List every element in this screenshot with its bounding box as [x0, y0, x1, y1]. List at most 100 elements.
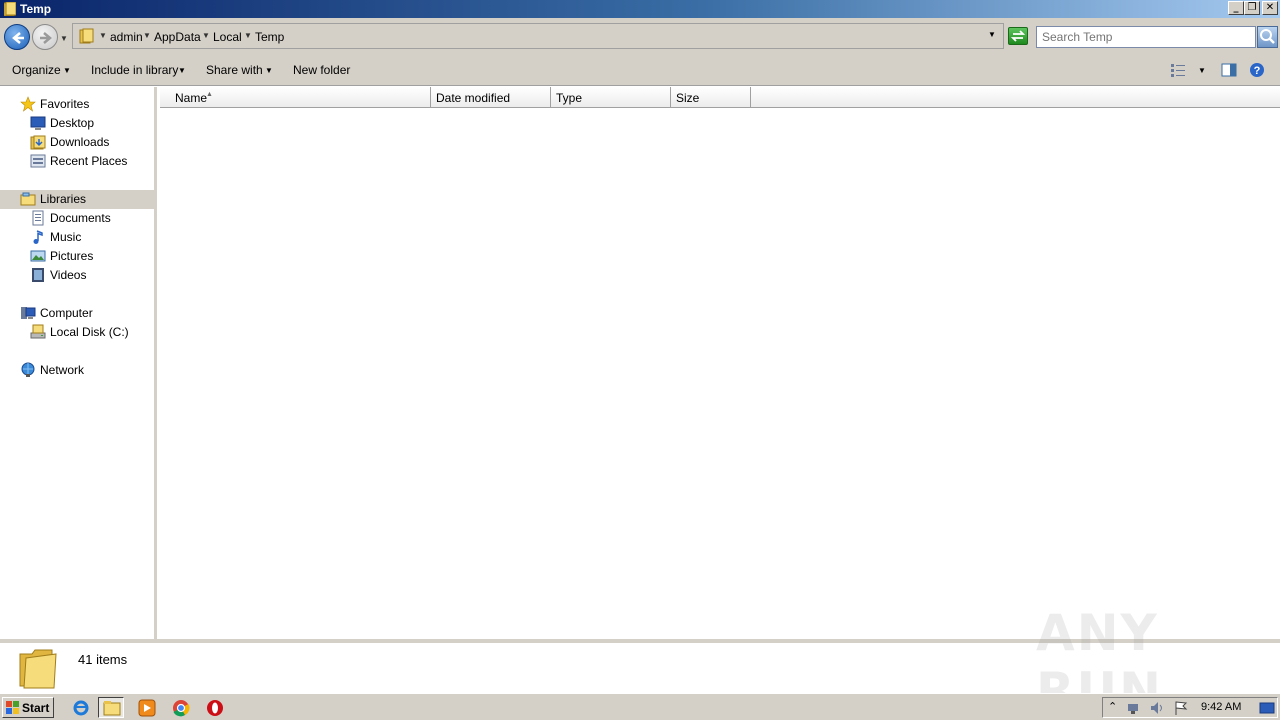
- opera-icon: [207, 700, 223, 716]
- nav-label: Desktop: [50, 116, 95, 130]
- column-header-size[interactable]: Size: [671, 87, 751, 108]
- window-title: Temp: [20, 2, 52, 16]
- pictures-icon: [30, 250, 46, 262]
- column-header-type[interactable]: Type: [551, 87, 671, 108]
- close-icon: ✕: [1265, 2, 1275, 13]
- star-icon: [20, 96, 36, 112]
- desktop-icon: [30, 116, 46, 130]
- network-icon: [21, 362, 35, 377]
- back-button[interactable]: [4, 24, 30, 50]
- view-options-icon[interactable]: [1170, 62, 1186, 78]
- network-status-icon[interactable]: [1125, 700, 1141, 716]
- column-header-filler: [751, 87, 1280, 108]
- item-count: 41 items: [78, 652, 128, 667]
- nav-label: Pictures: [50, 249, 94, 263]
- column-label: Date modified: [436, 91, 511, 105]
- show-hidden-icons-icon[interactable]: ⌃: [1108, 700, 1117, 713]
- libraries-icon: [20, 192, 36, 206]
- breadcrumb-admin[interactable]: admin: [110, 30, 143, 44]
- new-folder-button[interactable]: New folder: [293, 63, 350, 77]
- breadcrumb-local[interactable]: Local: [213, 30, 242, 44]
- taskbar-internet-explorer[interactable]: [68, 697, 94, 718]
- downloads-folder-icon: [30, 135, 46, 150]
- action-center-flag-icon[interactable]: [1173, 700, 1189, 716]
- navigation-pane: Favorites Desktop Downloads Recent Place…: [0, 87, 157, 639]
- chevron-down-icon: ▼: [63, 66, 71, 75]
- nav-label: Network: [40, 363, 85, 377]
- close-button[interactable]: ✕: [1262, 1, 1278, 15]
- sort-ascending-icon: ▲: [206, 91, 213, 98]
- refresh-button[interactable]: [1008, 27, 1028, 45]
- include-in-library-button[interactable]: Include in library: [91, 63, 178, 77]
- breadcrumb-arrow-icon[interactable]: ▼: [244, 31, 252, 40]
- clock[interactable]: 9:42 AM: [1201, 701, 1241, 713]
- start-button[interactable]: Start: [2, 697, 54, 718]
- windows-logo-icon: [6, 701, 19, 714]
- help-icon[interactable]: ?: [1249, 62, 1265, 78]
- breadcrumb-arrow-icon[interactable]: ▼: [99, 31, 107, 40]
- column-label: Name: [175, 91, 208, 105]
- taskbar: Start ⌃ 9:42 AM: [0, 693, 1280, 720]
- nav-label: Videos: [50, 268, 87, 282]
- large-folder-icon: [19, 649, 57, 689]
- back-arrow-icon: [12, 32, 24, 44]
- chevron-down-icon: ▼: [265, 66, 273, 75]
- explorer-folder-icon: [103, 701, 121, 716]
- minimize-button[interactable]: _: [1228, 1, 1244, 15]
- address-folder-icon: [79, 28, 94, 44]
- recent-pages-dropdown-icon[interactable]: ▼: [60, 34, 68, 43]
- nav-label: Computer: [40, 306, 93, 320]
- music-icon: [33, 230, 43, 244]
- minimize-icon: _: [1233, 2, 1239, 13]
- column-label: Size: [676, 91, 700, 105]
- file-list[interactable]: Name ▲ Date modified Type Size: [160, 87, 1280, 639]
- refresh-icon: [1010, 30, 1026, 42]
- taskbar-chrome[interactable]: [168, 697, 194, 718]
- chevron-down-icon: ▼: [178, 66, 186, 75]
- search-input[interactable]: [1037, 27, 1247, 47]
- column-header-date-modified[interactable]: Date modified: [431, 87, 551, 108]
- volume-icon[interactable]: [1149, 700, 1165, 716]
- folder-icon: [4, 2, 16, 16]
- restore-button[interactable]: ❐: [1244, 1, 1260, 15]
- media-player-icon: [138, 699, 156, 717]
- organize-button[interactable]: Organize: [12, 63, 61, 77]
- taskbar-explorer[interactable]: [98, 697, 124, 718]
- start-label: Start: [22, 701, 50, 715]
- command-bar: Organize ▼ Include in library ▼ Share wi…: [0, 54, 1280, 86]
- nav-label: Libraries: [40, 192, 87, 206]
- breadcrumb-arrow-icon[interactable]: ▼: [143, 31, 151, 40]
- nav-label: Local Disk (C:): [50, 325, 129, 339]
- nav-label: Downloads: [50, 135, 110, 149]
- search-button[interactable]: [1257, 26, 1278, 48]
- system-tray: ⌃ 9:42 AM: [1102, 697, 1278, 718]
- chrome-icon: [173, 700, 190, 717]
- nav-label: Favorites: [40, 97, 90, 111]
- nav-label: Documents: [50, 211, 111, 225]
- videos-icon: [32, 268, 44, 282]
- view-dropdown-icon[interactable]: ▼: [1198, 66, 1206, 75]
- address-field[interactable]: ▼ admin ▼ AppData ▼ Local ▼ Temp: [72, 23, 1004, 49]
- recent-places-icon: [30, 154, 46, 168]
- search-box: [1036, 26, 1256, 48]
- forward-button[interactable]: [32, 24, 58, 50]
- nav-label: Recent Places: [50, 154, 128, 168]
- documents-icon: [32, 210, 44, 226]
- internet-explorer-icon: [73, 700, 89, 716]
- breadcrumb-temp[interactable]: Temp: [255, 30, 284, 44]
- column-label: Type: [556, 91, 583, 105]
- address-history-dropdown-icon[interactable]: ▼: [988, 30, 996, 39]
- taskbar-media-player[interactable]: [134, 697, 160, 718]
- breadcrumb-arrow-icon[interactable]: ▼: [202, 31, 210, 40]
- show-desktop-icon[interactable]: [1259, 700, 1275, 716]
- taskbar-opera[interactable]: [202, 697, 228, 718]
- column-header-name[interactable]: Name ▲: [160, 87, 431, 108]
- computer-icon: [21, 307, 36, 319]
- svg-text:?: ?: [1254, 65, 1261, 77]
- share-with-button[interactable]: Share with: [206, 63, 263, 77]
- restore-icon: ❐: [1247, 2, 1257, 13]
- preview-pane-icon[interactable]: [1221, 62, 1237, 78]
- title-bar[interactable]: Temp _ ❐ ✕: [0, 0, 1280, 18]
- breadcrumb-appdata[interactable]: AppData: [154, 30, 201, 44]
- nav-label: Music: [50, 230, 82, 244]
